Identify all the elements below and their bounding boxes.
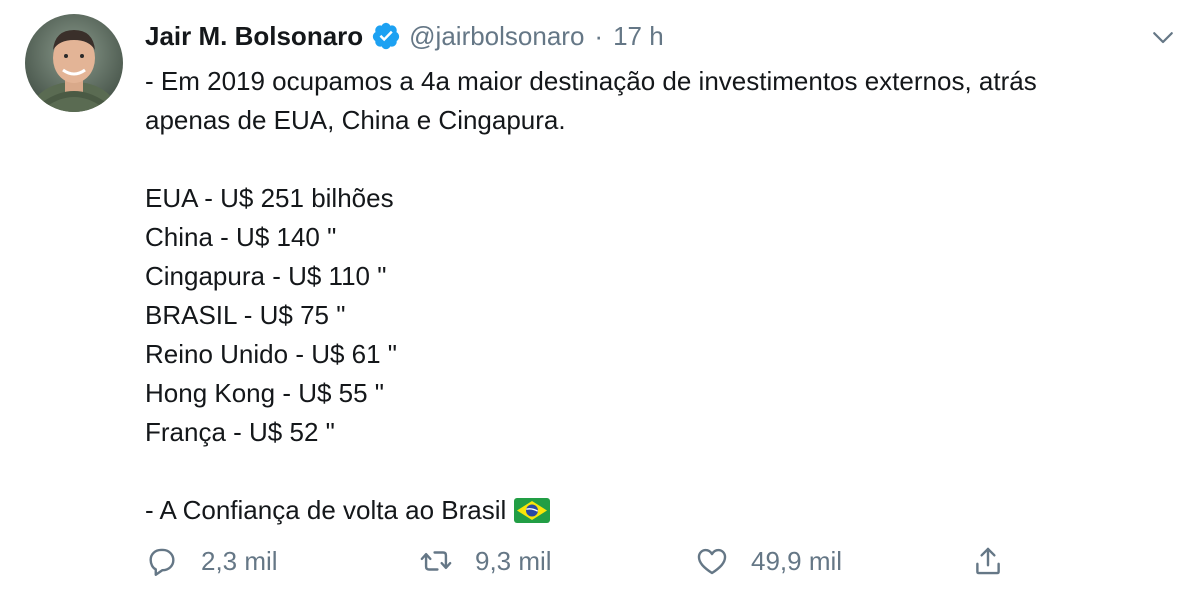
reply-icon [145,544,179,578]
author-handle[interactable]: @jairbolsonaro [409,21,584,52]
tweet-text-line: França - U$ 52 " [145,417,335,447]
share-button[interactable] [971,538,1005,584]
tweet-text-line: apenas de EUA, China e Cingapura. [145,105,566,135]
reply-button[interactable]: 2,3 mil [145,538,278,584]
heart-icon [695,544,729,578]
tweet-card[interactable]: Jair M. Bolsonaro @jairbolsonaro · 17 h … [0,0,1200,597]
tweet-text-line: Hong Kong - U$ 55 " [145,378,385,408]
tweet-timestamp[interactable]: 17 h [613,21,664,52]
separator-dot: · [594,20,604,51]
brazil-flag-icon [514,495,551,523]
tweet-text-last-line: - A Confiança de volta ao Brasil [145,491,1175,530]
tweet-text-line: Reino Unido - U$ 61 " [145,339,398,369]
tweet-text-line: BRASIL - U$ 75 " [145,300,346,330]
tweet-text-line: China - U$ 140 " [145,222,337,252]
retweet-button[interactable]: 9,3 mil [419,538,552,584]
retweet-icon [419,544,453,578]
tweet-text-line: - A Confiança de volta ao Brasil [145,495,507,525]
tweet-text-line: Cingapura - U$ 110 " [145,261,387,291]
reply-count: 2,3 mil [201,545,278,576]
tweet-text-line: EUA - U$ 251 bilhões [145,183,394,213]
like-count: 49,9 mil [751,545,843,576]
tweet-content: Jair M. Bolsonaro @jairbolsonaro · 17 h … [145,14,1175,530]
tweet-text-line: - Em 2019 ocupamos a 4a maior destinação… [145,66,1037,96]
like-button[interactable]: 49,9 mil [695,538,842,584]
chevron-down-icon[interactable] [1148,22,1178,52]
share-icon [971,544,1005,578]
tweet-header: Jair M. Bolsonaro @jairbolsonaro · 17 h [145,14,1175,58]
avatar[interactable] [25,14,123,112]
verified-badge-icon [371,21,401,51]
tweet-text: - Em 2019 ocupamos a 4a maior destinação… [145,62,1175,530]
author-name[interactable]: Jair M. Bolsonaro [145,21,363,52]
avatar-image [25,14,123,112]
retweet-count: 9,3 mil [475,545,552,576]
tweet-actions: 2,3 mil 9,3 mil 49,9 mil [145,538,1185,584]
